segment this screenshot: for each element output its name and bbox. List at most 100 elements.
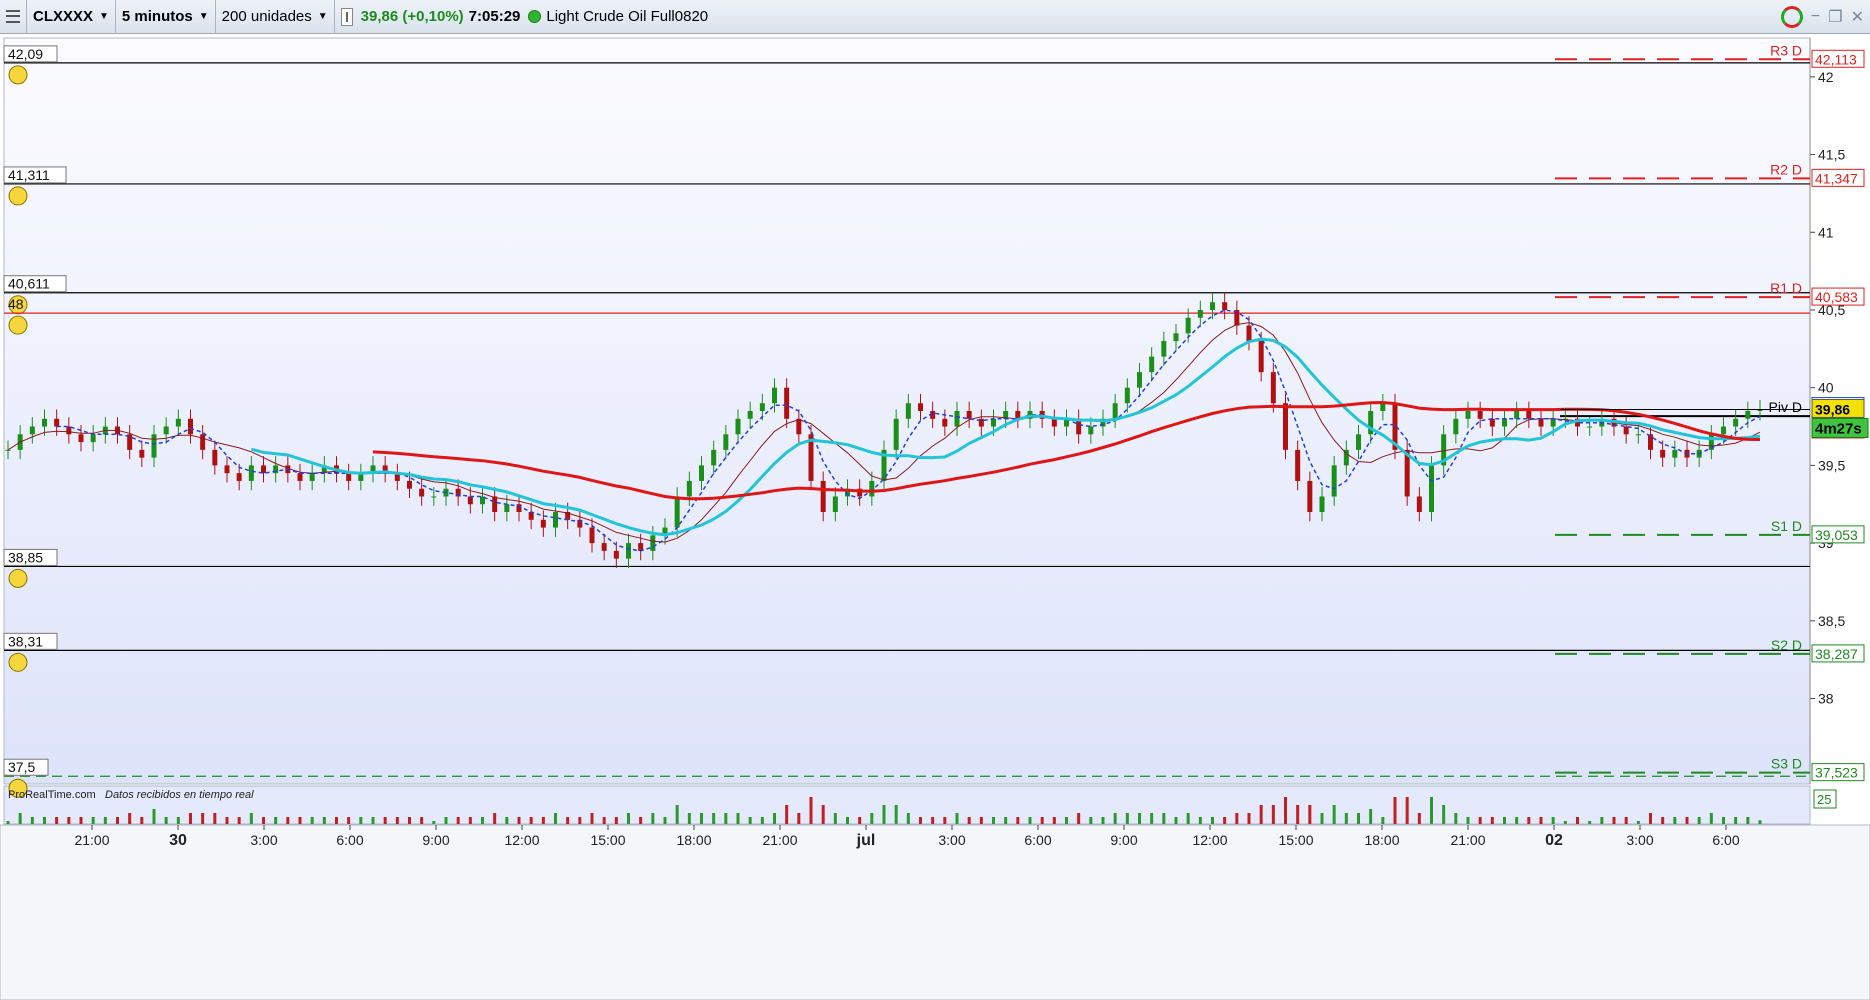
volume-bar [1089, 817, 1093, 824]
volume-bar [1430, 797, 1433, 824]
info-icon[interactable] [340, 7, 353, 26]
units-selector[interactable]: 200 unidades ▼ [216, 0, 335, 34]
candle-body [1416, 496, 1422, 513]
candle-body [1733, 418, 1739, 427]
alert-label: 38,31 [8, 633, 43, 649]
volume-bar [833, 813, 837, 824]
close-icon[interactable]: ✕ [1851, 7, 1864, 27]
volume-bar [286, 817, 290, 824]
volume-bar [651, 813, 655, 824]
menu-button[interactable] [0, 0, 27, 34]
volume-bar [1393, 797, 1397, 824]
candle-body [772, 387, 777, 404]
candle-body [139, 449, 145, 458]
x-tick-label: 9:00 [1110, 832, 1137, 848]
volume-bar [444, 817, 448, 824]
volume-bar [894, 805, 898, 824]
price-chart[interactable]: 4241,54140,54039,53938,53821:00303:006:0… [0, 34, 1870, 1000]
window-controls: − ❐ ✕ [1780, 0, 1864, 34]
candle-body [784, 387, 790, 419]
volume-bar [1125, 813, 1129, 824]
pivot-price-label: 40,583 [1815, 289, 1858, 305]
candle-body [796, 418, 802, 435]
candle-body [1051, 418, 1057, 427]
y-tick-label: 38 [1818, 691, 1834, 707]
volume-bar [712, 813, 716, 824]
sync-icon[interactable] [1780, 6, 1803, 28]
footer-brand: ProRealTime.com [8, 789, 96, 801]
timeframe-selector[interactable]: 5 minutos ▼ [116, 0, 216, 34]
alert-label: 48 [8, 296, 24, 312]
volume-bar [140, 817, 144, 824]
x-tick-label: 15:00 [1278, 832, 1313, 848]
volume-bar [103, 817, 107, 824]
volume-bar [201, 813, 205, 824]
volume-bar [724, 813, 728, 824]
pivot-name: S1 D [1771, 518, 1802, 534]
candle-body [261, 465, 266, 474]
volume-bar [481, 817, 484, 824]
volume-bar [1624, 817, 1628, 824]
candle-body [431, 496, 437, 498]
current-price-label: 39,86 [1815, 401, 1850, 417]
instrument-code: CLXXXX [33, 8, 94, 25]
x-tick-label: 02 [1545, 832, 1563, 849]
candle-body [248, 465, 254, 481]
volume-bar [164, 817, 168, 824]
candle-body [650, 535, 656, 551]
volume-bar [1722, 817, 1725, 824]
candle-body [1660, 449, 1666, 458]
y-tick-label: 41,5 [1818, 147, 1845, 163]
candle-body [492, 496, 498, 513]
minimize-icon[interactable]: − [1811, 8, 1820, 26]
volume-bar [1600, 817, 1604, 824]
volume-bar [1344, 813, 1348, 824]
candle-body [820, 480, 826, 513]
volume-bar [1040, 817, 1044, 824]
candle-body [1550, 418, 1556, 427]
volume-bar [1235, 813, 1239, 824]
volume-bar [225, 817, 229, 824]
pivot-price-label: 39,053 [1815, 527, 1858, 543]
volume-bar [1296, 805, 1300, 824]
volume-bar [1259, 805, 1263, 824]
candle-body [1453, 418, 1459, 435]
volume-bar [79, 817, 83, 824]
candle-body [1137, 372, 1142, 388]
instrument-selector[interactable]: CLXXXX ▼ [27, 0, 116, 34]
volume-bar [1308, 805, 1312, 824]
volume-bar [1551, 817, 1555, 824]
candle-body [553, 512, 558, 528]
restore-icon[interactable]: ❐ [1828, 7, 1842, 27]
candle-body [1210, 302, 1215, 310]
bell-icon [8, 568, 28, 588]
volume-bar [310, 817, 314, 824]
candle-body [1124, 387, 1130, 404]
candle-body [407, 480, 412, 489]
candle-body [1356, 434, 1361, 450]
y-tick-label: 42 [1818, 69, 1834, 85]
volume-bar [1442, 805, 1446, 824]
candle-body [151, 434, 157, 458]
volume-bar [1150, 813, 1154, 824]
volume-bar [979, 817, 983, 824]
x-tick-label: 15:00 [590, 832, 625, 848]
candle-body [200, 434, 206, 450]
candle-body [1635, 434, 1641, 436]
volume-bar [858, 817, 862, 824]
volume-bar [1478, 817, 1482, 824]
volume-bar [43, 817, 46, 824]
volume-bar [1138, 813, 1141, 824]
volume-bar [1490, 817, 1494, 824]
candle-body [991, 418, 996, 427]
volume-bar [1223, 817, 1227, 824]
x-tick-label: 9:00 [422, 832, 449, 848]
pivot-price-label: 37,523 [1815, 765, 1858, 781]
volume-bar [298, 817, 302, 824]
volume-bar [1563, 821, 1567, 824]
candle-body [1477, 411, 1483, 419]
volume-bar [931, 817, 935, 824]
volume-bar [1052, 817, 1056, 824]
volume-bar [262, 817, 265, 824]
x-tick-label: 6:00 [1024, 832, 1051, 848]
